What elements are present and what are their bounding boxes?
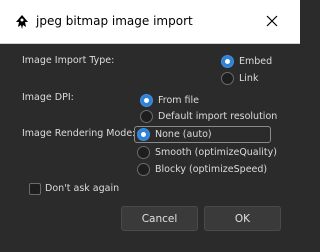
window-title: jpeg bitmap image import	[36, 14, 193, 28]
radio-indicator	[137, 163, 150, 176]
dpi-label: Image DPI:	[22, 92, 74, 103]
dont-ask-checkbox[interactable]	[29, 183, 41, 195]
ok-button[interactable]: OK	[204, 206, 281, 231]
inkscape-icon	[14, 14, 30, 30]
cancel-button[interactable]: Cancel	[121, 206, 198, 231]
radio-label: Smooth (optimizeQuality)	[155, 147, 277, 158]
rendering-none-radio[interactable]: None (auto)	[137, 128, 212, 141]
rendering-smooth-radio[interactable]: Smooth (optimizeQuality)	[137, 146, 277, 159]
radio-label: Link	[239, 73, 259, 84]
radio-indicator	[137, 128, 150, 141]
radio-label: Default import resolution	[158, 111, 278, 122]
radio-label: Embed	[239, 56, 273, 67]
radio-indicator	[137, 146, 150, 159]
radio-label: From file	[158, 95, 200, 106]
close-button[interactable]	[258, 10, 286, 34]
radio-indicator	[221, 72, 234, 85]
dpi-default-radio[interactable]: Default import resolution	[140, 110, 277, 123]
radio-indicator	[140, 110, 153, 123]
rendering-label: Image Rendering Mode:	[22, 128, 136, 139]
radio-label: None (auto)	[155, 129, 212, 140]
rendering-blocky-radio[interactable]: Blocky (optimizeSpeed)	[137, 163, 267, 176]
radio-indicator	[140, 94, 153, 107]
close-icon	[266, 15, 278, 30]
import-type-link-radio[interactable]: Link	[221, 72, 258, 85]
radio-label: Blocky (optimizeSpeed)	[155, 164, 268, 175]
dont-ask-label: Don't ask again	[45, 183, 120, 194]
radio-indicator	[221, 55, 234, 68]
import-type-label: Image Import Type:	[22, 55, 115, 66]
title-bar: jpeg bitmap image import	[0, 0, 300, 44]
import-type-embed-radio[interactable]: Embed	[221, 55, 272, 68]
dpi-from-file-radio[interactable]: From file	[140, 94, 199, 107]
